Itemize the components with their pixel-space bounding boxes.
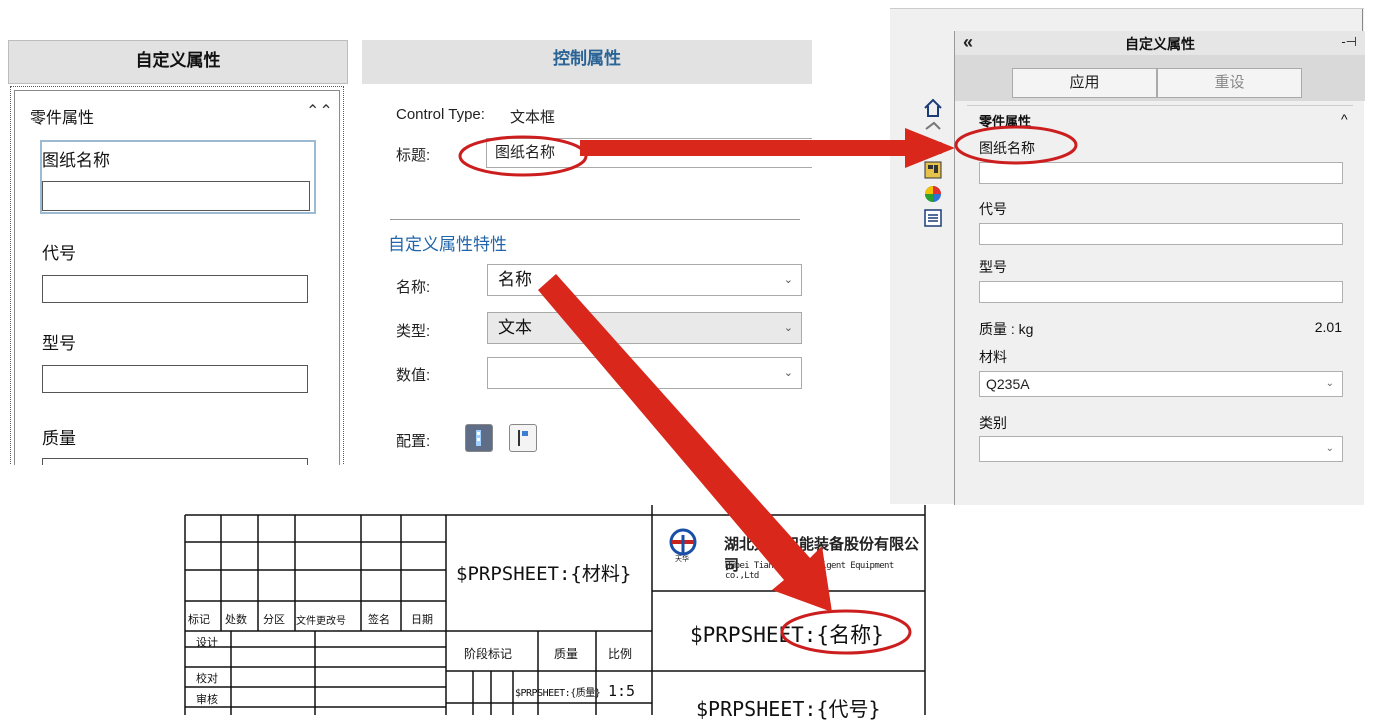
field-label-code: 代号 (42, 244, 76, 263)
config-label: 配置: (396, 433, 431, 450)
field-label-drawing-name: 图纸名称 (979, 140, 1035, 156)
divider (967, 105, 1353, 106)
appearance-icon[interactable] (920, 183, 946, 207)
value-select[interactable]: ⌄ (487, 357, 802, 389)
mass-header: 质量 (554, 647, 579, 661)
control-properties-panel: 控制属性 Control Type: 文本框 标题: 图纸名称 自定义属性特性 … (362, 40, 812, 465)
control-type-value: 文本框 (510, 109, 556, 126)
mass-label: 质量 : kg (979, 321, 1034, 337)
drawing-title-block: 标记 处数 分区 文件更改号 签名 日期 设计 校对 审核 $PRPSHEET:… (184, 505, 926, 721)
field-label-code: 代号 (979, 201, 1007, 217)
resources-icon[interactable] (920, 119, 946, 133)
field-label-model: 型号 (979, 259, 1007, 275)
title-input[interactable]: 图纸名称 (486, 138, 812, 168)
field-label-model: 型号 (42, 334, 76, 353)
collapse-icon[interactable]: ⌃⌃ (306, 101, 333, 121)
group-title: 零件属性 (979, 114, 1032, 129)
chevron-down-icon: ⌄ (1325, 378, 1334, 389)
divider (390, 219, 800, 220)
config-all-icon[interactable] (465, 424, 493, 452)
sign-row-review: 审核 (196, 693, 218, 706)
custom-properties-panel: 自定义属性 零件属性 ⌃⌃ 图纸名称 代号 型号 质量 (8, 40, 348, 465)
panel-header: 自定义属性 (8, 40, 348, 84)
company-name-en: Hubei Tianhua Intelligent Equipment co.,… (725, 561, 894, 581)
chevron-up-icon[interactable]: ^ (1341, 111, 1348, 127)
rev-header-zone: 分区 (263, 613, 285, 626)
chevron-down-icon: ⌄ (783, 322, 793, 334)
material-field: $PRPSHEET:{材料} (456, 563, 632, 585)
field-label-drawing-name: 图纸名称 (42, 151, 110, 170)
name-select[interactable]: 名称 ⌄ (487, 264, 802, 296)
home-icon[interactable] (920, 97, 946, 121)
category-select[interactable]: ⌄ (979, 436, 1343, 462)
task-pane-titlebar: « 自定义属性 -⊣ (955, 31, 1365, 55)
category-label: 类别 (979, 415, 1007, 431)
model-input[interactable] (979, 281, 1343, 303)
custom-properties-icon[interactable] (920, 207, 946, 231)
panel-header: 控制属性 (362, 40, 812, 84)
mass-value: 2.01 (1314, 319, 1342, 335)
folder-icon[interactable] (920, 135, 946, 159)
drawing-name-input[interactable] (42, 181, 310, 211)
pane-edge (1362, 9, 1363, 33)
config-single-icon[interactable] (509, 424, 537, 452)
title-label: 标题: (396, 147, 431, 164)
rev-header-sign: 签名 (368, 613, 390, 626)
type-label: 类型: (396, 323, 431, 340)
task-pane: « 自定义属性 -⊣ 应用 重设 零件属性 ^ 图纸名称 代号 型号 质量 : … (890, 8, 1365, 505)
stage-header: 阶段标记 (464, 647, 513, 661)
pin-icon[interactable]: -⊣ (1341, 34, 1357, 50)
task-pane-title: 自定义属性 (1125, 36, 1195, 52)
view-palette-icon[interactable] (920, 159, 946, 183)
code-input[interactable] (979, 223, 1343, 245)
type-select[interactable]: 文本 ⌄ (487, 312, 802, 344)
material-label: 材料 (979, 349, 1007, 365)
rev-header-mark: 标记 (188, 613, 210, 626)
field-label-mass: 质量 (42, 429, 76, 448)
reset-button[interactable]: 重设 (1157, 68, 1302, 98)
rev-header-doc: 文件更改号 (296, 616, 346, 627)
name-field: $PRPSHEET:{名称} (690, 623, 884, 647)
model-input[interactable] (42, 365, 308, 393)
mass-input[interactable] (42, 458, 308, 465)
mass-field: $PRPSHEET:{质量} (515, 688, 601, 699)
code-field: $PRPSHEET:{代号} (696, 697, 881, 721)
rev-header-count: 处数 (225, 613, 247, 626)
code-input[interactable] (42, 275, 308, 303)
name-select-value: 名称 (498, 270, 532, 289)
logo-subtext: 天华 (675, 555, 689, 563)
control-type-label: Control Type: (396, 106, 485, 123)
scale-header: 比例 (608, 647, 633, 661)
material-select-value: Q235A (986, 376, 1030, 392)
sign-row-design: 设计 (196, 636, 218, 649)
sign-row-check: 校对 (196, 672, 218, 685)
chevron-down-icon: ⌄ (783, 274, 793, 286)
drawing-name-input[interactable] (979, 162, 1343, 184)
apply-button[interactable]: 应用 (1012, 68, 1157, 98)
task-pane-main: « 自定义属性 -⊣ 应用 重设 零件属性 ^ 图纸名称 代号 型号 质量 : … (954, 31, 1365, 505)
name-label: 名称: (396, 279, 431, 296)
chevron-down-icon: ⌄ (1325, 443, 1334, 454)
task-pane-tabs (918, 97, 952, 281)
rev-header-date: 日期 (411, 613, 433, 626)
type-select-value: 文本 (498, 318, 532, 337)
value-label: 数值: (396, 367, 431, 384)
scale-value: 1:5 (608, 682, 636, 700)
group-title: 零件属性 (30, 110, 95, 127)
chevron-down-icon: ⌄ (783, 367, 793, 379)
material-select[interactable]: Q235A ⌄ (979, 371, 1343, 397)
section-title: 自定义属性特性 (388, 235, 507, 254)
